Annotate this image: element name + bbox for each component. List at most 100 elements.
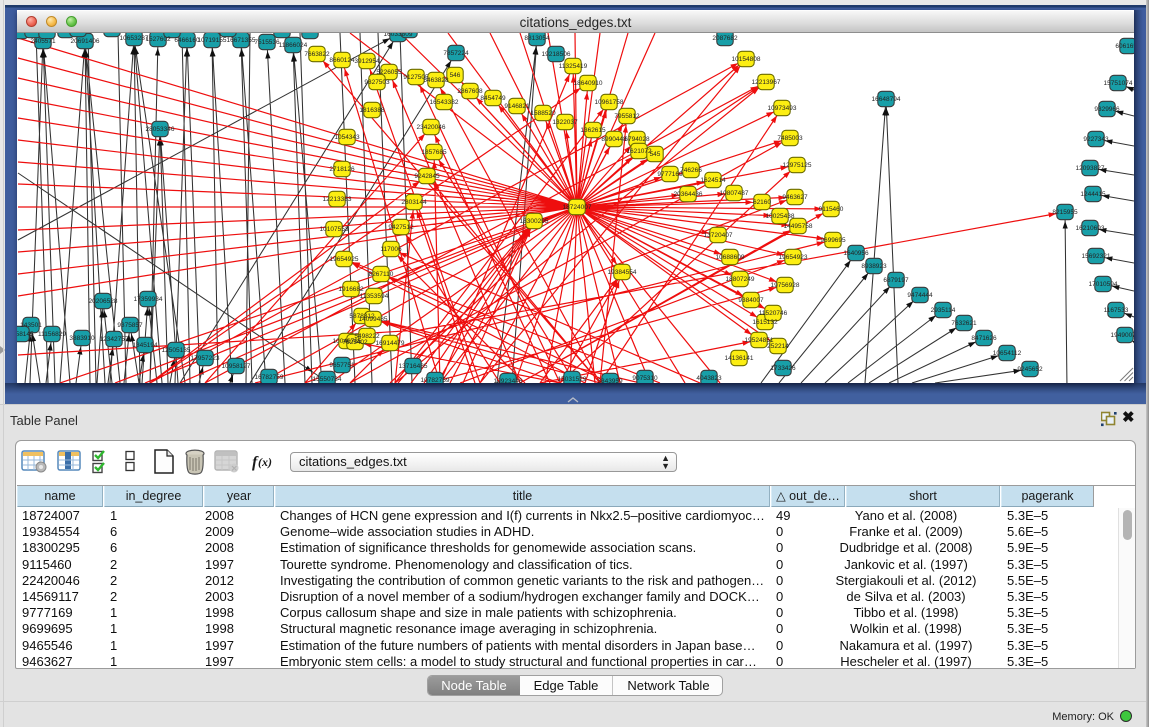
- svg-text:12923446: 12923446: [494, 378, 523, 383]
- svg-text:2405571: 2405571: [30, 38, 56, 45]
- svg-text:14495758: 14495758: [784, 223, 813, 230]
- svg-text:546: 546: [450, 72, 461, 79]
- svg-text:13270483: 13270483: [158, 33, 187, 34]
- svg-text:10807487: 10807487: [720, 190, 749, 197]
- svg-text:8938923: 8938923: [861, 263, 887, 270]
- svg-text:10782759: 10782759: [421, 377, 450, 383]
- svg-text:16782759: 16782759: [255, 374, 284, 381]
- svg-text:5498222: 5498222: [354, 333, 380, 340]
- svg-text:11325419: 11325419: [559, 63, 588, 70]
- svg-text:(x): (x): [258, 455, 272, 469]
- svg-text:1621072: 1621072: [626, 148, 652, 155]
- svg-text:1054343: 1054343: [334, 134, 360, 141]
- svg-text:2935114: 2935114: [931, 307, 956, 314]
- svg-text:18724007: 18724007: [563, 204, 592, 211]
- svg-text:143501: 143501: [20, 322, 42, 329]
- svg-text:3430558: 3430558: [53, 33, 79, 34]
- svg-text:16543382: 16543382: [430, 99, 459, 106]
- svg-text:19756928: 19756928: [771, 282, 800, 289]
- svg-text:15692321: 15692321: [1082, 253, 1111, 260]
- svg-text:6879197: 6879197: [883, 277, 909, 284]
- svg-text:8990448: 8990448: [601, 136, 627, 143]
- svg-text:20206528: 20206528: [89, 298, 118, 305]
- svg-text:1857685: 1857685: [421, 149, 447, 156]
- svg-text:1167533: 1167533: [1104, 307, 1129, 314]
- svg-text:1362615: 1362615: [580, 127, 606, 134]
- svg-text:11866024: 11866024: [279, 42, 308, 49]
- svg-text:11520746: 11520746: [759, 310, 788, 317]
- svg-text:4043823: 4043823: [696, 375, 722, 382]
- svg-text:1916682: 1916682: [338, 286, 364, 293]
- svg-text:17957223: 17957223: [191, 355, 220, 362]
- svg-text:9699695: 9699695: [820, 237, 846, 244]
- svg-text:19218506: 19218506: [542, 51, 571, 58]
- svg-text:1816388: 1816388: [359, 107, 385, 114]
- svg-text:1624514: 1624514: [700, 177, 726, 184]
- svg-text:1244415: 1244415: [1080, 191, 1106, 198]
- svg-text:1588520: 1588520: [530, 110, 556, 117]
- svg-text:8454749: 8454749: [480, 95, 506, 102]
- svg-text:12213383: 12213383: [323, 196, 352, 203]
- svg-text:19384554: 19384554: [608, 269, 637, 276]
- svg-text:19490077: 19490077: [1111, 332, 1134, 339]
- svg-text:9474444: 9474444: [907, 292, 933, 299]
- svg-text:9375857: 9375857: [117, 322, 143, 329]
- svg-text:62160: 62160: [753, 199, 771, 206]
- svg-text:16671355: 16671355: [227, 37, 256, 44]
- svg-text:1615132: 1615132: [752, 319, 778, 326]
- svg-text:6061658: 6061658: [1115, 43, 1134, 50]
- svg-text:11353594: 11353594: [360, 293, 389, 300]
- svg-text:5463828: 5463828: [423, 77, 449, 84]
- svg-text:2946120: 2946120: [269, 33, 295, 34]
- svg-text:7857224: 7857224: [443, 50, 469, 57]
- svg-text:20364436: 20364436: [674, 191, 703, 198]
- svg-text:7515536: 7515536: [254, 39, 280, 46]
- svg-text:3883910: 3883910: [69, 335, 95, 342]
- svg-text:8204075: 8204075: [396, 33, 422, 34]
- svg-text:9146821: 9146821: [504, 103, 530, 110]
- svg-text:18300295: 18300295: [520, 218, 549, 225]
- svg-text:6466160: 6466160: [174, 37, 200, 44]
- svg-text:5226055: 5226055: [376, 69, 402, 76]
- svg-text:19654923: 19654923: [779, 254, 808, 261]
- svg-text:20691406: 20691406: [71, 38, 100, 45]
- svg-text:8813054: 8813054: [524, 35, 550, 42]
- svg-text:545: 545: [650, 151, 661, 158]
- svg-text:1640956: 1640956: [843, 250, 869, 257]
- svg-text:2718126: 2718126: [329, 166, 355, 173]
- svg-text:8267110: 8267110: [369, 271, 394, 278]
- svg-text:3912954: 3912954: [354, 58, 380, 65]
- svg-text:15751074: 15751074: [1104, 80, 1133, 87]
- svg-text:2258145: 2258145: [17, 331, 34, 338]
- svg-text:7625402: 7625402: [342, 339, 368, 346]
- svg-text:9463627: 9463627: [782, 194, 808, 201]
- svg-text:12093827: 12093827: [1076, 165, 1105, 172]
- svg-text:23420046: 23420046: [417, 124, 446, 131]
- svg-text:9657751: 9657751: [329, 362, 355, 369]
- svg-text:17010594: 17010594: [1089, 281, 1118, 288]
- svg-text:10688609: 10688609: [716, 254, 745, 261]
- svg-text:10973493: 10973493: [768, 105, 797, 112]
- svg-text:7485003: 7485003: [777, 135, 803, 142]
- svg-text:8215955: 8215955: [1052, 209, 1078, 216]
- svg-text:15031529: 15031529: [558, 376, 587, 383]
- svg-text:16914479: 16914479: [376, 340, 405, 347]
- svg-text:9115460: 9115460: [819, 206, 844, 213]
- svg-text:12213967: 12213967: [752, 79, 781, 86]
- svg-text:12342757: 12342757: [100, 336, 129, 343]
- svg-text:17359934: 17359934: [134, 296, 163, 303]
- svg-text:7663822: 7663822: [304, 51, 330, 58]
- svg-text:16648794: 16648794: [872, 96, 901, 103]
- svg-text:14099485: 14099485: [359, 316, 388, 323]
- svg-text:117006: 117006: [380, 246, 402, 253]
- svg-text:9329966: 9329966: [1094, 106, 1120, 113]
- svg-text:28053346: 28053346: [146, 126, 175, 133]
- svg-text:19654925: 19654925: [330, 256, 359, 263]
- svg-text:10961758: 10961758: [595, 99, 624, 106]
- svg-text:15550734: 15550734: [313, 376, 342, 383]
- svg-text:13716485: 13716485: [399, 363, 428, 370]
- svg-text:18026717: 18026717: [296, 33, 325, 35]
- svg-text:10958127: 10958127: [222, 363, 251, 370]
- svg-text:12975125: 12975125: [783, 162, 812, 169]
- svg-text:1527602: 1527602: [145, 36, 171, 43]
